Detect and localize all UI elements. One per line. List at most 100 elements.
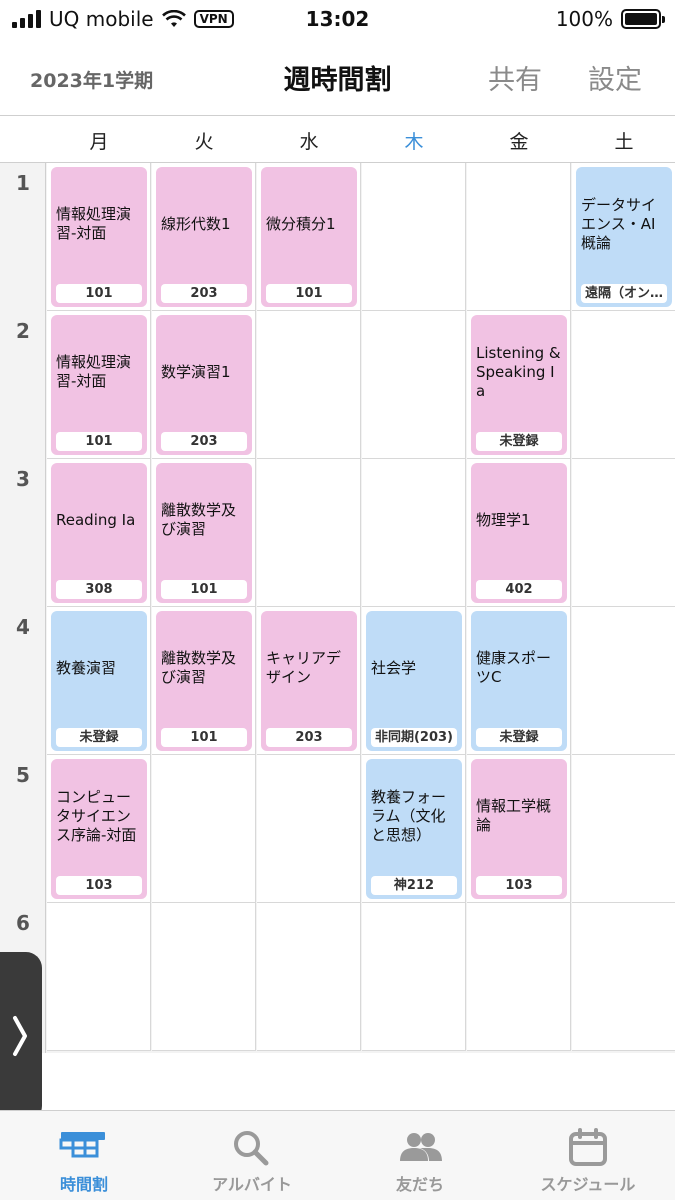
timetable-grid: 1 2 3 4 5 6 情報処理演習-対面 101 線形代数1 203 微分積分1 101 データサイエ… bbox=[0, 163, 675, 1053]
period-number: 1 bbox=[16, 171, 30, 195]
period-number: 2 bbox=[16, 319, 30, 343]
period-number: 6 bbox=[16, 911, 30, 935]
battery-percent: 100% bbox=[555, 7, 613, 31]
status-right: 100% bbox=[555, 7, 665, 31]
course-card[interactable]: データサイエンス・AI概論遠隔（オン… bbox=[576, 167, 672, 307]
course-room: 未登録 bbox=[476, 728, 562, 747]
course-room: 402 bbox=[476, 580, 562, 599]
tab-schedule-label: スケジュール bbox=[540, 1175, 636, 1194]
course-name: 微分積分1 bbox=[266, 214, 336, 233]
timetable-cell[interactable] bbox=[362, 459, 466, 607]
timetable-cell[interactable] bbox=[257, 903, 361, 1051]
course-room: 308 bbox=[56, 580, 142, 599]
timetable-cell[interactable] bbox=[47, 903, 151, 1051]
course-room: 101 bbox=[56, 284, 142, 303]
settings-button[interactable]: 設定 bbox=[588, 58, 642, 97]
status-bar: UQ mobile VPN 13:02 100% bbox=[0, 0, 675, 40]
tab-friends-label: 友だち bbox=[395, 1175, 444, 1194]
tab-timetable[interactable]: 時間割 bbox=[0, 1111, 168, 1200]
tab-part-time[interactable]: アルバイト bbox=[168, 1111, 336, 1200]
timetable-cell[interactable] bbox=[572, 607, 675, 755]
course-card[interactable]: 情報処理演習-対面 101 bbox=[51, 167, 147, 307]
drawer-handle[interactable] bbox=[0, 952, 42, 1122]
course-card[interactable]: 離散数学及び演習 101 bbox=[156, 463, 252, 603]
tab-bar: 時間割 アルバイト 友だち スケジュール bbox=[0, 1110, 675, 1200]
timetable-cell[interactable] bbox=[152, 903, 256, 1051]
course-card[interactable]: Reading Ia 308 bbox=[51, 463, 147, 603]
course-name: 情報工学概論 bbox=[476, 797, 552, 834]
share-button[interactable]: 共有 bbox=[488, 58, 542, 97]
timetable-cell[interactable] bbox=[572, 755, 675, 903]
course-name: 教養フォーラム（文化と思想） bbox=[371, 787, 447, 844]
weekday-tue: 火 bbox=[194, 131, 214, 153]
timetable-cell[interactable] bbox=[467, 903, 571, 1051]
search-icon bbox=[234, 1131, 269, 1166]
weekday-thu: 木 bbox=[404, 131, 424, 153]
course-card[interactable]: 微分積分1 101 bbox=[261, 167, 357, 307]
course-name: 線形代数1 bbox=[161, 214, 231, 233]
course-name: 物理学1 bbox=[476, 510, 531, 529]
timetable-cell[interactable] bbox=[257, 459, 361, 607]
battery-fill bbox=[625, 13, 657, 25]
course-room: 未登録 bbox=[56, 728, 142, 747]
course-card[interactable]: 社会学非同期(203) bbox=[366, 611, 462, 751]
course-card[interactable]: 数学演習1 203 bbox=[156, 315, 252, 455]
course-card[interactable]: 物理学1 402 bbox=[471, 463, 567, 603]
timetable-cell[interactable] bbox=[152, 755, 256, 903]
course-room: 非同期(203) bbox=[371, 728, 457, 747]
weekday-header: 月 火 水 木 金 土 bbox=[0, 117, 675, 163]
course-name: キャリアデザイン bbox=[266, 649, 342, 686]
course-card[interactable]: 離散数学及び演習 101 bbox=[156, 611, 252, 751]
course-name: データサイエンス・AI概論 bbox=[581, 195, 657, 252]
course-name: Reading Ia bbox=[56, 510, 136, 529]
timetable-cell[interactable] bbox=[257, 755, 361, 903]
chevron-right-icon bbox=[13, 1016, 27, 1056]
timetable-cell[interactable] bbox=[362, 311, 466, 459]
weekday-fri: 金 bbox=[509, 131, 529, 153]
friends-icon bbox=[400, 1133, 442, 1161]
page-title: 週時間割 bbox=[283, 65, 392, 96]
tab-schedule[interactable]: スケジュール bbox=[504, 1111, 672, 1200]
weekday-sat: 土 bbox=[614, 131, 634, 153]
course-room: 203 bbox=[161, 432, 247, 451]
timetable-cell[interactable] bbox=[572, 459, 675, 607]
course-room: 203 bbox=[161, 284, 247, 303]
period-number: 3 bbox=[16, 467, 30, 491]
course-room: 101 bbox=[161, 580, 247, 599]
period-number: 4 bbox=[16, 615, 30, 639]
timetable-cell[interactable] bbox=[572, 903, 675, 1051]
course-card[interactable]: キャリアデザイン 203 bbox=[261, 611, 357, 751]
tab-friends[interactable]: 友だち bbox=[336, 1111, 504, 1200]
course-card[interactable]: Listening & Speaking Ia 未登録 bbox=[471, 315, 567, 455]
course-card[interactable]: 情報工学概論 103 bbox=[471, 759, 567, 899]
calendar-icon bbox=[569, 1128, 607, 1166]
course-room: 103 bbox=[476, 876, 562, 895]
course-name: 教養演習 bbox=[56, 658, 117, 677]
weekday-mon: 月 bbox=[89, 131, 109, 153]
timetable-cell[interactable] bbox=[257, 311, 361, 459]
course-name: 離散数学及び演習 bbox=[161, 501, 237, 538]
course-room: 101 bbox=[161, 728, 247, 747]
course-room: 神212 bbox=[371, 876, 457, 895]
timetable-cell[interactable] bbox=[572, 311, 675, 459]
course-name: コンピュータサイエンス序論-対面 bbox=[56, 787, 137, 844]
course-card[interactable]: 情報処理演習-対面 101 bbox=[51, 315, 147, 455]
course-card[interactable]: コンピュータサイエンス序論-対面 103 bbox=[51, 759, 147, 899]
course-card[interactable]: 線形代数1 203 bbox=[156, 167, 252, 307]
course-card[interactable]: 健康スポーツC 未登録 bbox=[471, 611, 567, 751]
course-name: 社会学 bbox=[371, 658, 417, 677]
course-card[interactable]: 教養フォーラム（文化と思想） 神212 bbox=[366, 759, 462, 899]
battery-icon bbox=[621, 9, 665, 29]
timetable-cell[interactable] bbox=[467, 163, 571, 311]
period-number: 5 bbox=[16, 763, 30, 787]
course-room: 遠隔（オン… bbox=[581, 284, 667, 303]
timetable-cell[interactable] bbox=[362, 163, 466, 311]
course-name: 数学演習1 bbox=[161, 362, 231, 381]
course-card[interactable]: 教養演習 未登録 bbox=[51, 611, 147, 751]
timetable-cell[interactable] bbox=[362, 903, 466, 1051]
course-name: Listening & Speaking Ia bbox=[476, 343, 561, 400]
weekday-wed: 水 bbox=[299, 131, 319, 153]
course-room: 101 bbox=[56, 432, 142, 451]
course-room: 203 bbox=[266, 728, 352, 747]
course-name: 情報処理演習-対面 bbox=[56, 353, 132, 390]
